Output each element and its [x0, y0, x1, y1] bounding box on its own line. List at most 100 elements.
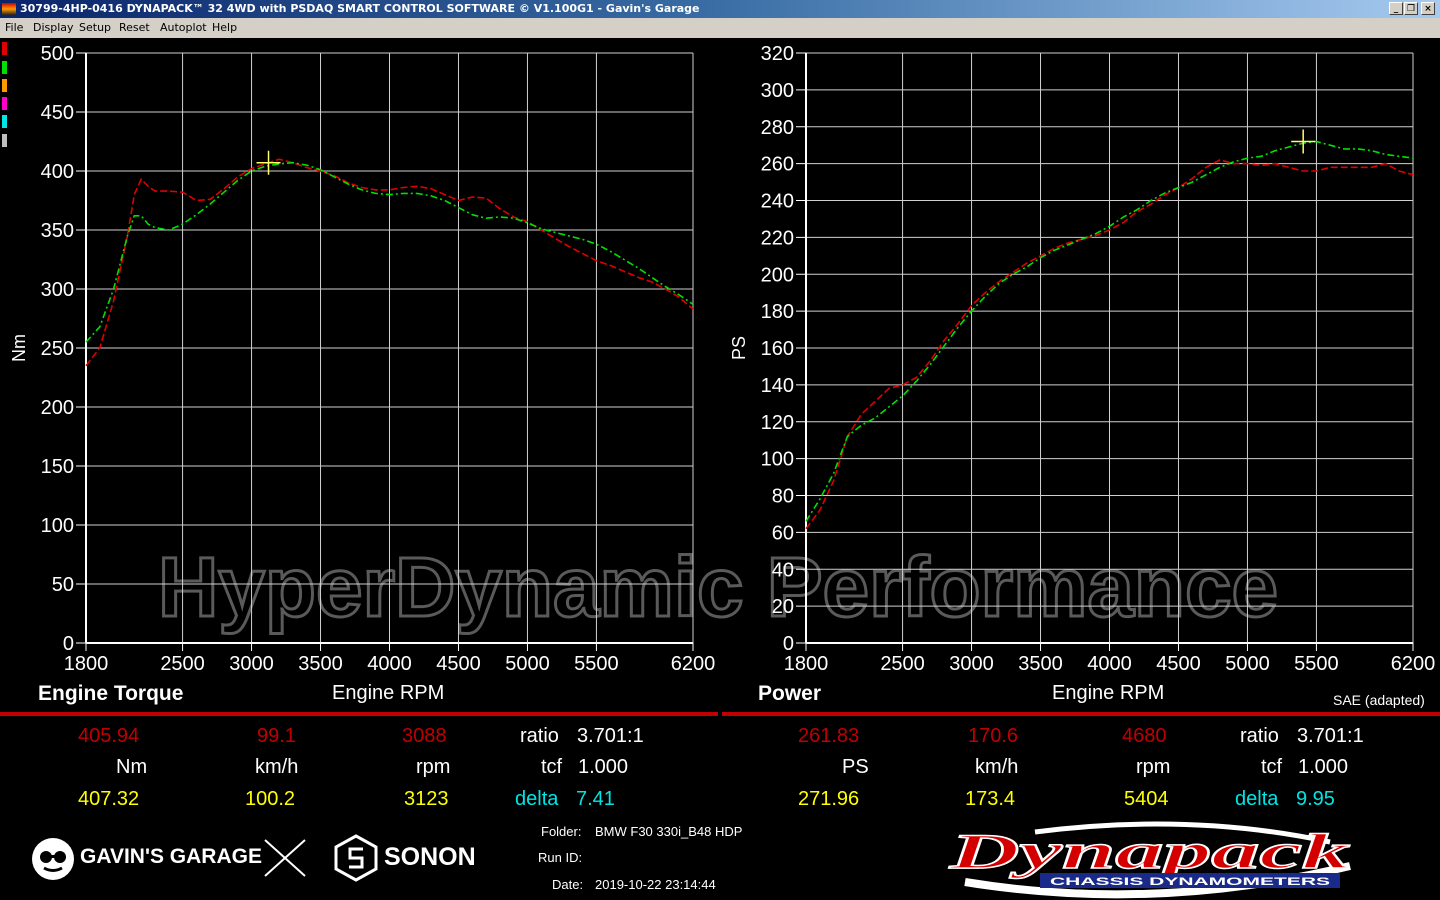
- sonon-icon: [334, 834, 378, 882]
- torque-ylabel: Nm: [9, 334, 29, 362]
- power-xtick-label: 2500: [880, 653, 925, 675]
- power-ytick-label: 320: [761, 43, 794, 65]
- close-button[interactable]: ×: [1421, 2, 1435, 15]
- app-icon: [2, 3, 16, 15]
- power-ytick-label: 140: [761, 375, 794, 397]
- torque-xtick-label: 1800: [64, 653, 109, 675]
- torque-ytick-label: 100: [41, 515, 74, 537]
- power-ratio-label: ratio: [1240, 725, 1279, 747]
- power-ytick-label: 20: [772, 596, 794, 618]
- minimize-button[interactable]: _: [1389, 2, 1403, 15]
- power-xtick-label: 4500: [1156, 653, 1201, 675]
- power-xlabel: Engine RPM: [1052, 682, 1165, 704]
- power-divider: [722, 712, 1440, 716]
- collab-x-icon: [264, 839, 306, 877]
- window-titlebar: 30799-4HP-0416 DYNAPACK™ 32 4WD with PSD…: [0, 0, 1440, 18]
- power-ytick-label: 60: [772, 522, 794, 544]
- torque-yellow-rpm: 3123: [404, 788, 449, 810]
- menu-bar: File Display Setup Reset Autoplot Help: [0, 18, 1440, 38]
- menu-setup[interactable]: Setup: [79, 21, 111, 34]
- torque-speed-unit: km/h: [255, 756, 299, 778]
- dynapack-subtitle: CHASSIS DYNAMOMETERS: [1050, 876, 1330, 888]
- power-ytick-label: 220: [761, 227, 794, 249]
- power-ytick-label: 260: [761, 154, 794, 176]
- power-ytick-label: 200: [761, 264, 794, 286]
- power-ytick-label: 120: [761, 412, 794, 434]
- power-ytick-label: 160: [761, 338, 794, 360]
- date-value: 2019-10-22 23:14:44: [595, 877, 716, 892]
- torque-divider: [0, 712, 718, 716]
- folder-label: Folder:: [541, 824, 582, 839]
- power-xtick-label: 5000: [1225, 653, 1270, 675]
- power-ytick-label: 240: [761, 191, 794, 213]
- torque-tcf-value: 1.000: [578, 756, 629, 778]
- power-xtick-label: 1800: [784, 653, 829, 675]
- torque-xtick-label: 5000: [505, 653, 550, 675]
- runid-label: Run ID:: [538, 850, 583, 865]
- torque-ytick-label: 0: [63, 633, 74, 655]
- power-ytick-label: 100: [761, 449, 794, 471]
- torque-xtick-label: 2500: [160, 653, 205, 675]
- power-ytick-label: 0: [783, 633, 794, 655]
- power-tcf-label: tcf: [1261, 756, 1283, 778]
- power-speed-unit: km/h: [975, 756, 1019, 778]
- torque-ratio-label: ratio: [520, 725, 559, 747]
- torque-yellow-value: 407.32: [78, 788, 140, 810]
- power-ratio-value: 3.701:1: [1297, 725, 1364, 747]
- dynapack-wordmark: Dynapack: [948, 823, 1350, 879]
- power-ytick-label: 80: [772, 486, 794, 508]
- torque-ytick-label: 450: [41, 102, 74, 124]
- power-rpm-unit: rpm: [1136, 756, 1171, 778]
- torque-xtick-label: 3000: [229, 653, 274, 675]
- torque-xlabel: Engine RPM: [332, 682, 445, 704]
- torque-xtick-label: 6200: [671, 653, 716, 675]
- window-title: 30799-4HP-0416 DYNAPACK™ 32 4WD with PSD…: [20, 2, 700, 15]
- torque-xtick-label: 5500: [574, 653, 619, 675]
- power-title: Power: [758, 682, 822, 705]
- torque-xtick-label: 3500: [298, 653, 343, 675]
- torque-ytick-label: 250: [41, 338, 74, 360]
- power-ytick-label: 40: [772, 559, 794, 581]
- torque-title: Engine Torque: [38, 682, 184, 705]
- power-tcf-value: 1.000: [1298, 756, 1349, 778]
- power-yellow-value: 271.96: [798, 788, 860, 810]
- torque-red-value: 405.94: [78, 725, 140, 747]
- power-xtick-label: 5500: [1294, 653, 1339, 675]
- torque-delta-label: delta: [515, 788, 559, 810]
- power-xtick-label: 6200: [1391, 653, 1436, 675]
- torque-ytick-label: 200: [41, 397, 74, 419]
- torque-ratio-value: 3.701:1: [577, 725, 644, 747]
- power-yellow-speed: 173.4: [965, 788, 1016, 810]
- sae-label: SAE (adapted): [1333, 692, 1425, 708]
- torque-yellow-speed: 100.2: [245, 788, 296, 810]
- menu-display[interactable]: Display: [33, 21, 74, 34]
- torque-delta-value: 7.41: [576, 788, 615, 810]
- restore-button[interactable]: ❐: [1404, 2, 1418, 15]
- gavins-garage-icon: [32, 838, 74, 880]
- power-yellow-rpm: 5404: [1124, 788, 1169, 810]
- power-delta-label: delta: [1235, 788, 1279, 810]
- power-ytick-label: 280: [761, 117, 794, 139]
- power-red-speed: 170.6: [968, 725, 1019, 747]
- power-ylabel: PS: [729, 336, 749, 360]
- menu-reset[interactable]: Reset: [119, 21, 150, 34]
- power-xtick-label: 3500: [1018, 653, 1063, 675]
- sonon-logo: SONON: [384, 843, 476, 871]
- power-unit: PS: [842, 756, 869, 778]
- menu-autoplot[interactable]: Autoplot: [160, 21, 207, 34]
- torque-tcf-label: tcf: [541, 756, 563, 778]
- torque-ytick-label: 400: [41, 161, 74, 183]
- torque-red-speed: 99.1: [257, 725, 296, 747]
- torque-xtick-label: 4000: [367, 653, 412, 675]
- torque-ytick-label: 500: [41, 43, 74, 65]
- menu-help[interactable]: Help: [212, 21, 237, 34]
- gavins-garage-logo: GAVIN'S GARAGE: [80, 845, 262, 868]
- menu-file[interactable]: File: [5, 21, 23, 34]
- power-red-rpm: 4680: [1122, 725, 1167, 747]
- torque-ytick-label: 300: [41, 279, 74, 301]
- power-xtick-label: 4000: [1087, 653, 1132, 675]
- torque-red-rpm: 3088: [402, 725, 447, 747]
- date-label: Date:: [552, 877, 584, 892]
- power-ytick-label: 180: [761, 301, 794, 323]
- torque-xtick-label: 4500: [436, 653, 481, 675]
